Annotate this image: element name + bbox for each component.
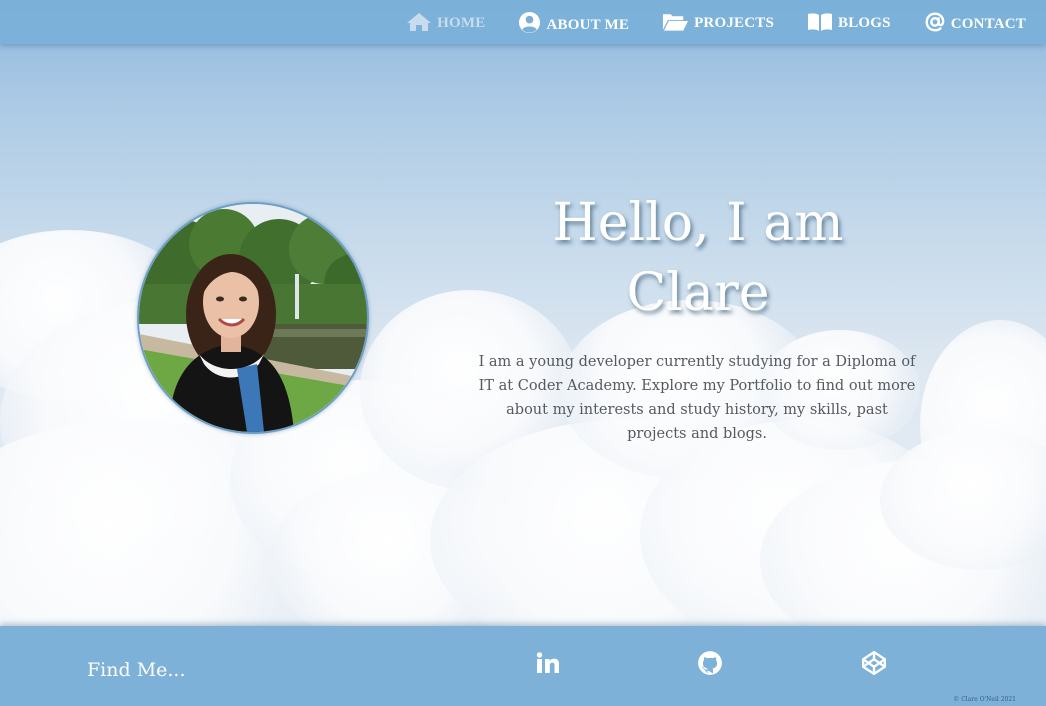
open-book-icon <box>807 12 833 32</box>
github-link[interactable] <box>697 650 723 680</box>
hero-title-line1: Hello, I am <box>552 193 844 253</box>
nav-projects-label: PROJECTS <box>694 15 775 31</box>
github-icon <box>697 650 723 680</box>
linkedin-link[interactable] <box>535 652 561 678</box>
footer: Find Me... © Clare O'Neil 2021 <box>0 626 1046 706</box>
top-navbar: HOME ABOUT ME PROJECTS BLOGS CONTACT <box>0 0 1046 44</box>
profile-photo <box>137 202 369 434</box>
nav-home-link[interactable]: HOME <box>406 12 485 32</box>
nav-blogs-label: BLOGS <box>838 15 891 31</box>
nav-about-label: ABOUT ME <box>546 16 630 33</box>
at-sign-icon <box>924 11 946 33</box>
nav-contact-label: CONTACT <box>950 16 1026 32</box>
user-circle-icon <box>518 11 541 34</box>
nav-projects-link[interactable]: PROJECTS <box>662 12 774 32</box>
find-me-label: Find Me... <box>87 659 186 681</box>
hero-title: Hello, I am Clare <box>498 188 898 328</box>
codepen-icon <box>861 650 887 680</box>
codepen-link[interactable] <box>861 650 887 680</box>
portfolio-page: HOME ABOUT ME PROJECTS BLOGS CONTACT Hel… <box>0 0 1046 706</box>
hero-title-line2: Clare <box>626 263 770 323</box>
linkedin-icon <box>536 652 560 678</box>
home-icon <box>406 12 432 32</box>
nav-about-link[interactable]: ABOUT ME <box>518 11 629 34</box>
nav-contact-link[interactable]: CONTACT <box>924 11 1026 33</box>
nav-blogs-link[interactable]: BLOGS <box>807 12 891 32</box>
copyright-text: © Clare O'Neil 2021 <box>953 696 1016 703</box>
hero-intro-text: I am a young developer currently studyin… <box>478 354 916 442</box>
folder-open-icon <box>662 12 689 32</box>
nav-home-label: HOME <box>437 15 486 31</box>
